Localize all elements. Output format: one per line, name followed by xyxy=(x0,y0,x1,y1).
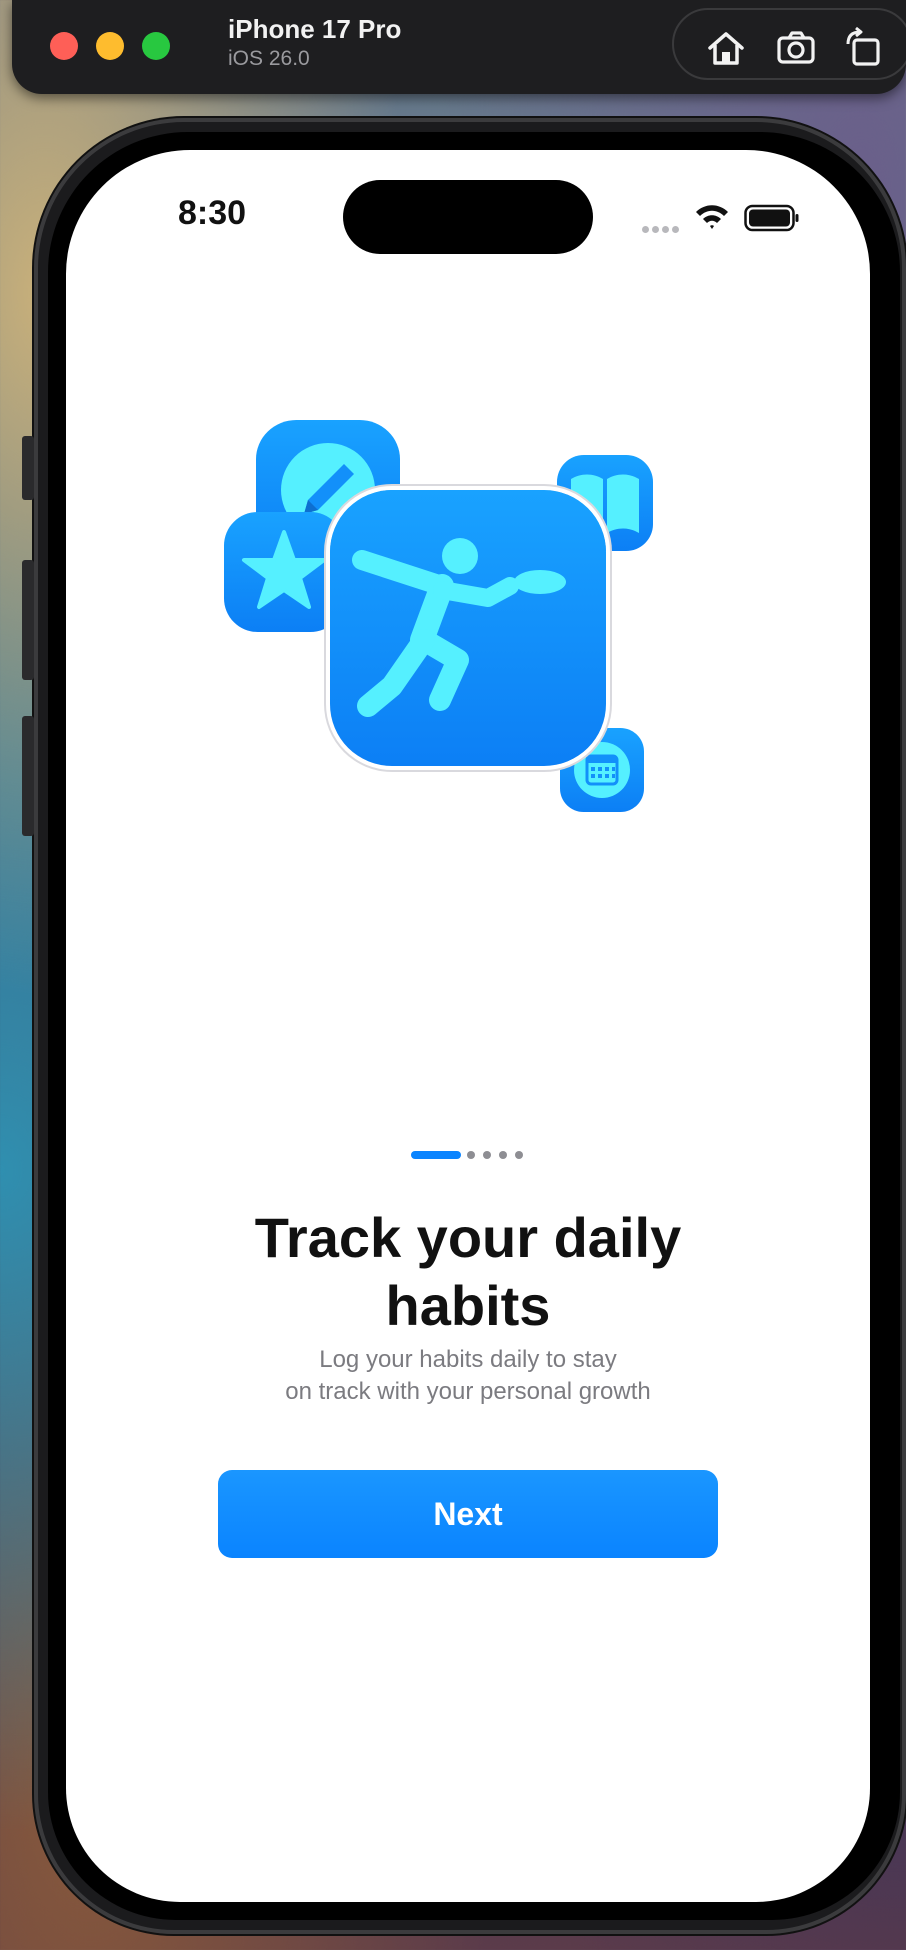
page-dot xyxy=(467,1151,475,1159)
home-icon[interactable] xyxy=(704,26,748,70)
runner-icon xyxy=(330,490,606,766)
volume-up-button xyxy=(22,560,34,680)
page-dot xyxy=(483,1151,491,1159)
simulator-toolbar xyxy=(672,8,906,80)
subtitle-line-1: Log your habits daily to stay xyxy=(319,1346,617,1373)
volume-down-button xyxy=(22,716,34,836)
title-line-1: Track your daily xyxy=(254,1206,682,1269)
close-window-button[interactable] xyxy=(50,32,78,60)
device-name: iPhone 17 Pro xyxy=(228,14,402,44)
minimize-window-button[interactable] xyxy=(96,32,124,60)
page-dot xyxy=(515,1151,523,1159)
page-dot-active xyxy=(411,1151,461,1159)
onboarding-title: Track your daily habits xyxy=(66,1204,870,1340)
action-button xyxy=(22,436,34,500)
title-line-2: habits xyxy=(385,1274,551,1337)
os-version: iOS 26.0 xyxy=(228,47,310,70)
onboarding-subtitle: Log your habits daily to stay on track w… xyxy=(66,1344,870,1408)
zoom-window-button[interactable] xyxy=(142,32,170,60)
star-icon xyxy=(224,512,344,632)
subtitle-line-2: on track with your personal growth xyxy=(285,1378,651,1405)
onboarding-illustration xyxy=(66,150,870,850)
page-dot xyxy=(499,1151,507,1159)
next-button[interactable]: Next xyxy=(218,1470,718,1558)
rotate-icon[interactable] xyxy=(842,26,886,70)
camera-icon[interactable] xyxy=(774,26,818,70)
simulator-title-bar: iPhone 17 Pro iOS 26.0 xyxy=(12,0,906,94)
phone-screen: 8:30 Track your daily habits Log your ha… xyxy=(66,150,870,1902)
